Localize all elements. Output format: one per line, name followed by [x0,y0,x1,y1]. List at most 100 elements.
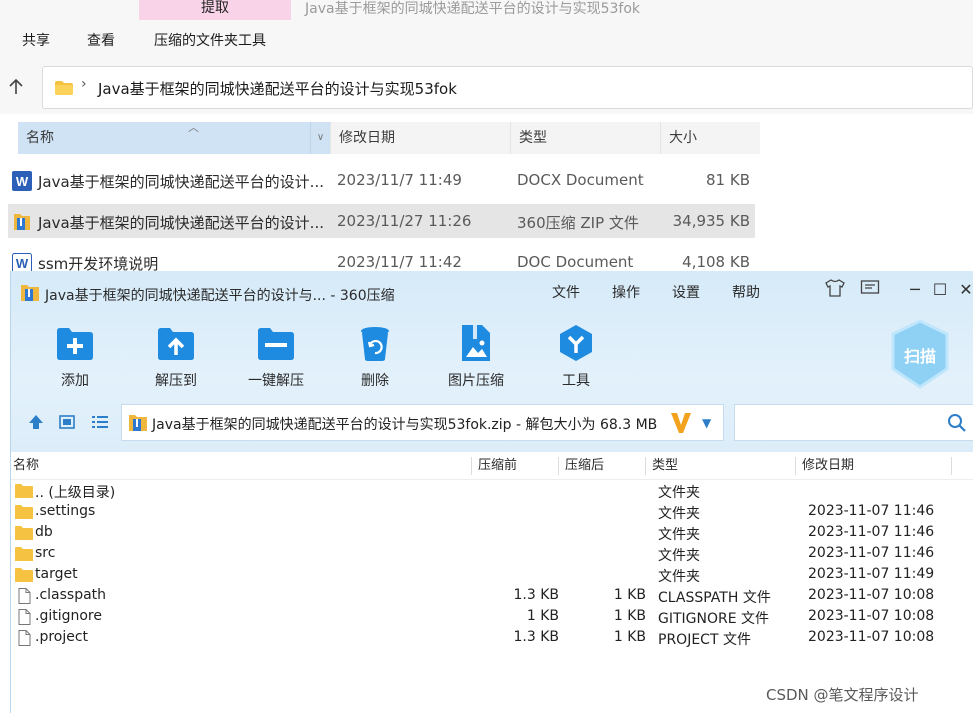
up-arrow-icon[interactable] [7,78,25,96]
tab-extract[interactable]: 提取 [139,0,291,20]
column-header-name[interactable]: 名称 [13,454,39,478]
folder-icon [15,483,33,499]
feedback-icon[interactable] [859,279,881,301]
column-header-type[interactable]: 类型 [652,454,678,478]
file-date: 2023/11/7 11:42 [337,253,462,271]
zip-archive-icon [128,414,148,432]
column-header-type[interactable]: 类型 [510,122,660,154]
entry-date: 2023-11-07 11:46 [808,545,935,561]
file-size: 81 KB [706,171,750,189]
entry-name: .gitignore [35,608,102,624]
file-row[interactable]: W Java基于框架的同城快递配送平台的设计... 2023/11/7 11:4… [8,163,755,197]
file-type: DOCX Document [517,171,644,189]
tools-label: 工具 [562,373,590,389]
column-name-label: 名称 [26,130,54,146]
minimize-icon[interactable]: ─ [904,279,926,301]
menu-operation[interactable]: 操作 [612,282,640,302]
delete-icon [355,323,395,363]
chevron-right-icon[interactable]: › [81,76,87,92]
column-divider [645,457,646,475]
list-view-icon[interactable] [89,413,111,435]
entry-type: 文件夹 [658,485,700,501]
chevron-down-icon[interactable]: ▼ [702,413,718,433]
file-date: 2023/11/27 11:26 [337,212,472,230]
scan-label: 扫描 [903,347,936,366]
entry-size-before: 1 KB [526,608,559,624]
zip-archive-icon [12,212,32,232]
tab-compressed-folder-tools[interactable]: 压缩的文件夹工具 [154,30,266,50]
tab-view[interactable]: 查看 [87,30,115,50]
file-size: 34,935 KB [672,212,750,230]
list-item[interactable]: .settings 文件夹 2023-11-07 11:46 [11,502,973,523]
column-header-name[interactable]: 名称 ︿ [18,121,330,154]
entry-type: 文件夹 [658,527,700,543]
entry-name: .project [35,629,89,645]
menu-help[interactable]: 帮助 [732,282,760,302]
list-item[interactable]: .classpath 1.3 KB 1 KB CLASSPATH 文件 2023… [11,586,973,607]
extract-to-label: 解压到 [155,373,197,389]
image-compress-label: 图片压缩 [448,373,504,389]
svg-text:W: W [16,174,29,189]
column-header-date[interactable]: 修改日期 [330,122,510,154]
menu-settings[interactable]: 设置 [672,282,700,302]
v-badge-icon[interactable] [670,410,692,436]
entry-type: 文件夹 [658,506,700,522]
tools-icon [556,323,596,363]
entry-name: target [35,566,78,582]
extract-to-button[interactable]: 解压到 [136,319,216,399]
up-level-icon[interactable] [25,413,47,435]
thumbnail-view-icon[interactable] [56,413,78,435]
tools-button[interactable]: 工具 [536,319,616,399]
entry-name: db [35,524,53,540]
entry-name: .. (上级目录) [35,485,116,501]
search-icon[interactable] [947,413,967,433]
svg-text:W: W [16,256,29,271]
entry-name: src [35,545,56,561]
column-header-before[interactable]: 压缩前 [478,454,517,478]
tab-share[interactable]: 共享 [22,30,50,50]
column-header-after[interactable]: 压缩后 [565,454,604,478]
list-item[interactable]: .project 1.3 KB 1 KB PROJECT 文件 2023-11-… [11,628,973,649]
list-item[interactable]: target 文件夹 2023-11-07 11:49 [11,565,973,586]
add-button[interactable]: 添加 [35,319,115,399]
file-icon [15,630,33,646]
delete-button[interactable]: 删除 [335,319,415,399]
file-date: 2023/11/7 11:49 [337,171,462,189]
chevron-down-icon[interactable]: ∨ [310,122,330,154]
explorer-window-title: Java基于框架的同城快递配送平台的设计与实现53fok [305,1,640,17]
entry-date: 2023-11-07 11:49 [808,566,935,582]
file-type: 360压缩 ZIP 文件 [517,214,639,232]
column-header-size[interactable]: 大小 [660,122,760,154]
extract-to-icon [156,323,196,363]
scan-button[interactable]: 扫描 [889,319,951,389]
watermark: CSDN @笔文程序设计 [766,686,919,704]
entry-date: 2023-11-07 10:08 [808,629,935,645]
folder-icon [15,525,33,541]
entry-date: 2023-11-07 11:46 [808,524,935,540]
list-item[interactable]: src 文件夹 2023-11-07 11:46 [11,544,973,565]
entry-type: CLASSPATH 文件 [658,590,771,606]
maximize-icon[interactable]: ☐ [929,279,951,301]
file-row-selected[interactable]: Java基于框架的同城快递配送平台的设计... 2023/11/27 11:26… [8,204,755,238]
archive-path-bar[interactable]: Java基于框架的同城快递配送平台的设计与实现53fok.zip - 解包大小为… [121,404,724,441]
column-divider [795,457,796,475]
file-icon [15,588,33,604]
word-doc-outline-icon: W [12,253,32,273]
image-compress-button[interactable]: 图片压缩 [436,319,516,399]
file-name: Java基于框架的同城快递配送平台的设计... [38,173,324,191]
file-icon [15,609,33,625]
list-item[interactable]: .. (上级目录) 文件夹 [11,481,973,502]
entry-type: PROJECT 文件 [658,632,751,648]
menu-file[interactable]: 文件 [552,282,580,302]
column-header-date[interactable]: 修改日期 [802,454,854,478]
one-click-extract-button[interactable]: 一键解压 [236,319,316,399]
close-icon[interactable]: ✕ [955,279,973,301]
zip-window: Java基于框架的同城快递配送平台的设计与... - 360压缩 文件 操作 设… [10,271,973,713]
skin-shirt-icon[interactable] [824,279,846,301]
list-item[interactable]: .gitignore 1 KB 1 KB GITIGNORE 文件 2023-1… [11,607,973,628]
list-item[interactable]: db 文件夹 2023-11-07 11:46 [11,523,973,544]
search-input[interactable] [734,404,973,441]
address-bar[interactable]: › Java基于框架的同城快递配送平台的设计与实现53fok [42,66,973,109]
add-icon [55,323,95,363]
entry-size-after: 1 KB [613,608,646,624]
